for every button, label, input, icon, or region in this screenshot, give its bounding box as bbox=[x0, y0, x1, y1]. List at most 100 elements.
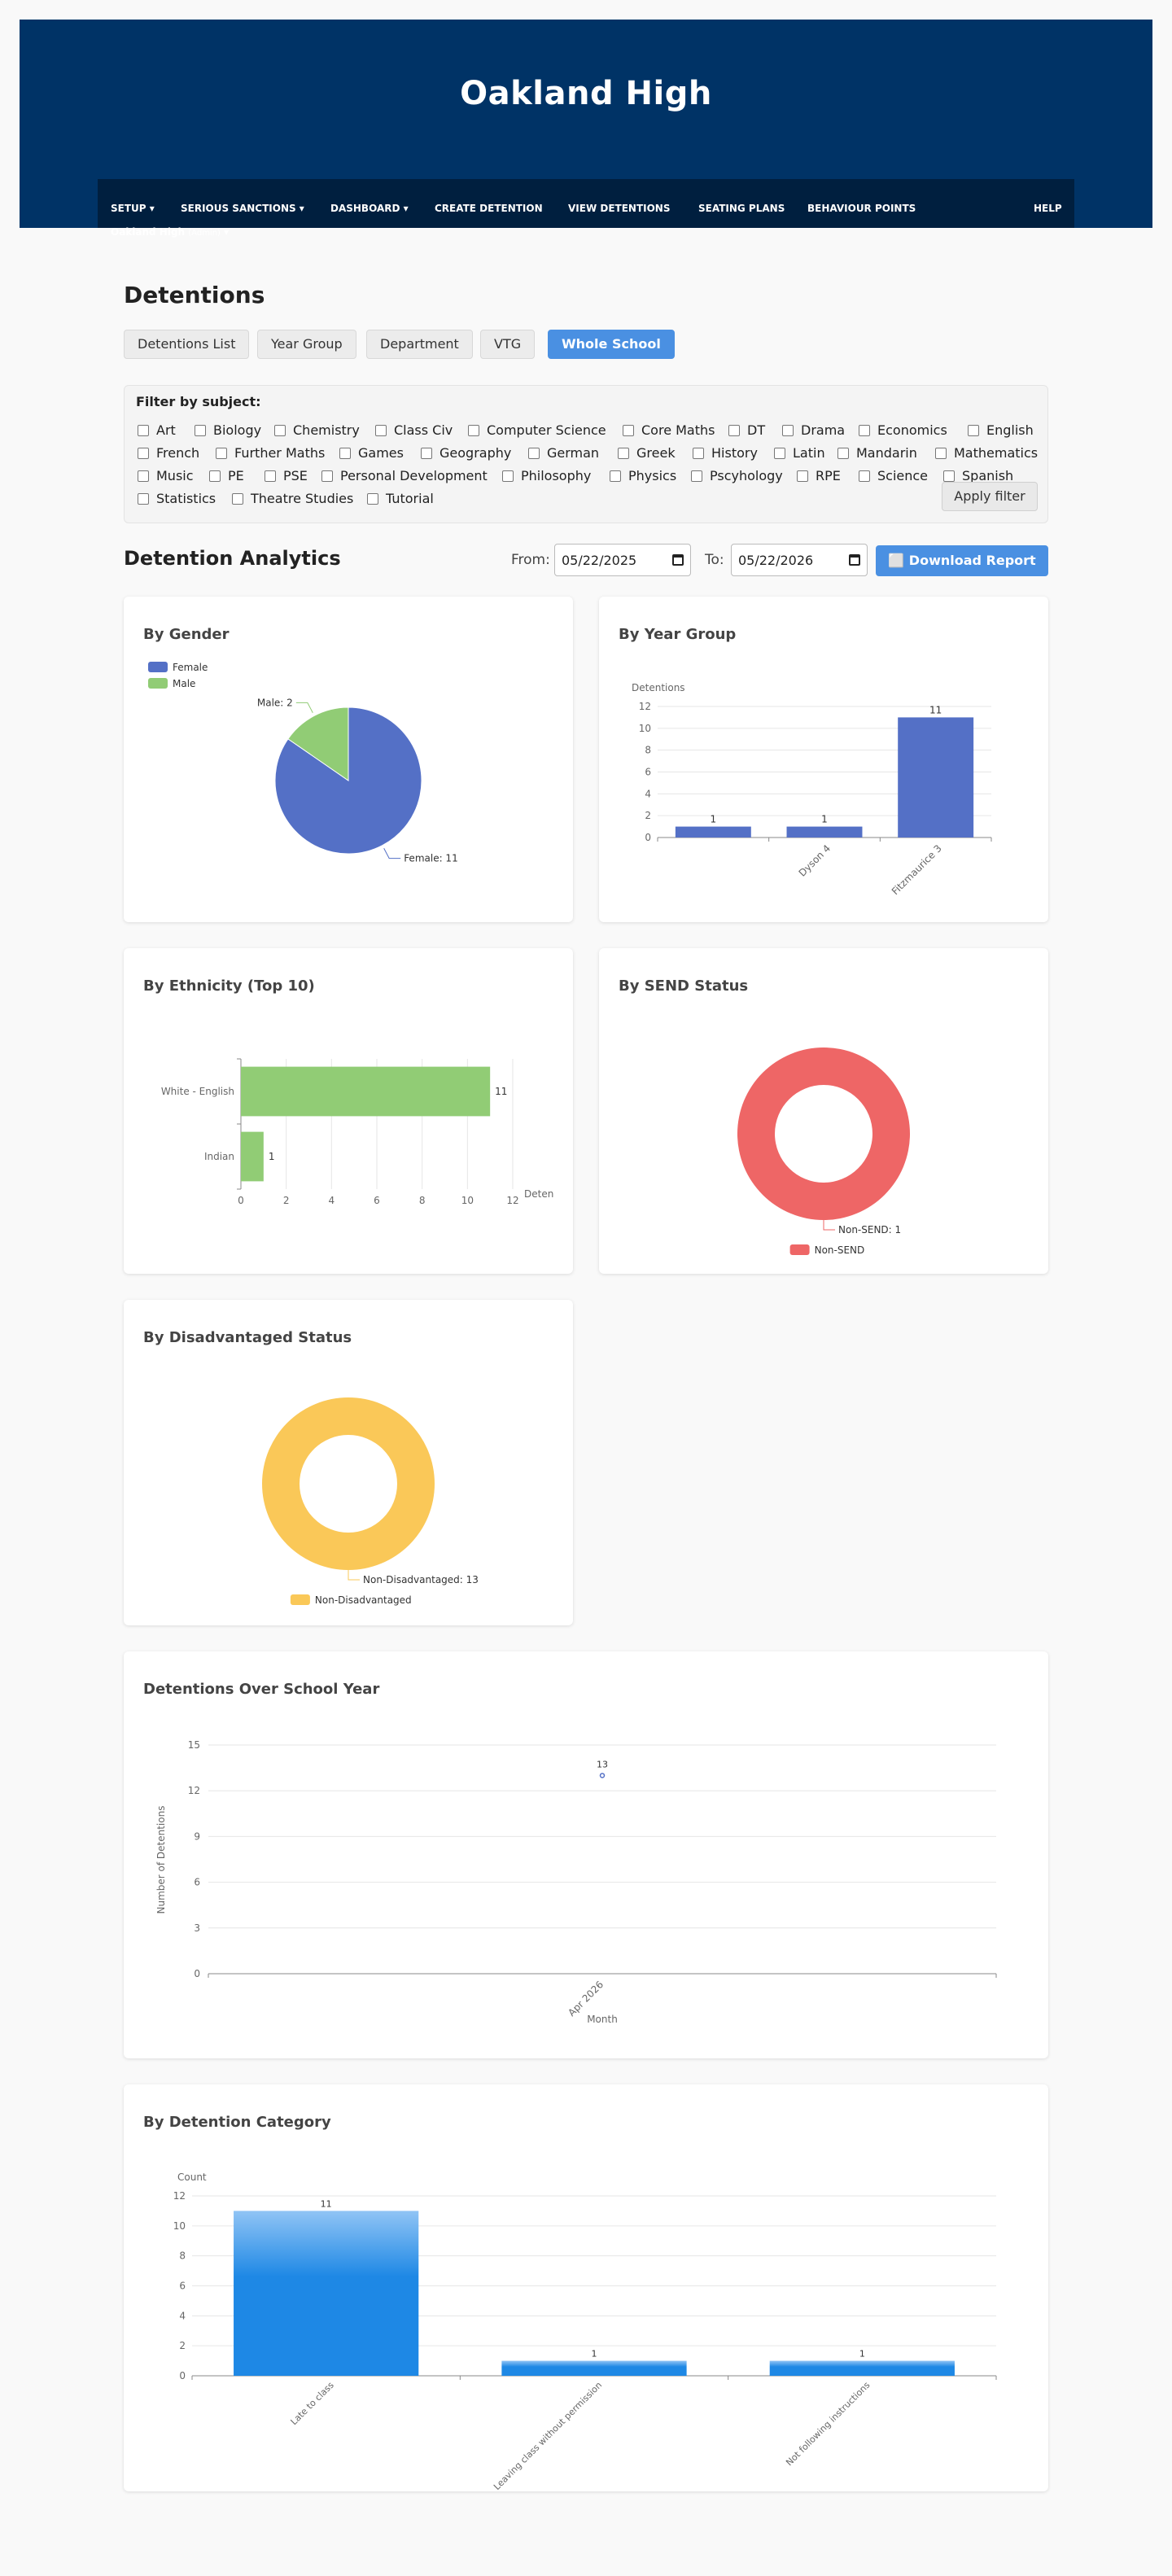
nav-behaviour-points[interactable]: BEHAVIOUR POINTS bbox=[807, 203, 916, 214]
checkbox[interactable] bbox=[265, 470, 276, 482]
checkbox[interactable] bbox=[138, 424, 149, 436]
subject-checkbox-personal-development[interactable]: Personal Development bbox=[321, 468, 488, 483]
checkbox[interactable] bbox=[502, 470, 514, 482]
checkbox[interactable] bbox=[618, 447, 629, 459]
checkbox[interactable] bbox=[468, 424, 479, 436]
subject-checkbox-chemistry[interactable]: Chemistry bbox=[274, 422, 360, 438]
subject-checkbox-history[interactable]: History bbox=[693, 445, 758, 461]
checkbox[interactable] bbox=[935, 447, 947, 459]
nav-serious-sanctions[interactable]: SERIOUS SANCTIONS ▾ bbox=[181, 203, 304, 214]
subject-checkbox-computer-science[interactable]: Computer Science bbox=[468, 422, 606, 438]
subject-checkbox-dt[interactable]: DT bbox=[728, 422, 765, 438]
checkbox[interactable] bbox=[859, 470, 870, 482]
checkbox[interactable] bbox=[195, 424, 206, 436]
gender-card: By Gender Female Male Female: 11 Male: 2 bbox=[124, 597, 573, 922]
nav-dashboard[interactable]: DASHBOARD ▾ bbox=[330, 203, 409, 214]
checkbox[interactable] bbox=[623, 424, 634, 436]
subject-label: French bbox=[156, 445, 200, 461]
checkbox[interactable] bbox=[782, 424, 794, 436]
to-label: To: bbox=[705, 552, 724, 568]
subject-label: Personal Development bbox=[340, 468, 488, 483]
y-tick-label: 6 bbox=[179, 2281, 186, 2292]
checkbox[interactable] bbox=[375, 424, 387, 436]
tab-department[interactable]: Department bbox=[366, 330, 473, 359]
gender-pie-chart: Female Male Female: 11 Male: 2 bbox=[148, 662, 458, 864]
from-date-input[interactable]: 05/22/2025 bbox=[554, 544, 691, 576]
subject-checkbox-tutorial[interactable]: Tutorial bbox=[367, 491, 434, 506]
bar-data-label: 11 bbox=[929, 704, 942, 715]
checkbox[interactable] bbox=[216, 447, 227, 459]
checkbox[interactable] bbox=[209, 470, 221, 482]
y-tick-label: 2 bbox=[179, 2340, 186, 2351]
user-menu[interactable]: Oakland High (Admin) ▾ bbox=[111, 226, 229, 238]
subject-checkbox-german[interactable]: German bbox=[528, 445, 599, 461]
calendar-icon[interactable] bbox=[849, 554, 860, 566]
nav-help[interactable]: HELP bbox=[1034, 203, 1062, 214]
subject-checkbox-biology[interactable]: Biology bbox=[195, 422, 261, 438]
subject-checkbox-pe[interactable]: PE bbox=[209, 468, 244, 483]
x-tick-label: 0 bbox=[238, 1195, 244, 1206]
subject-checkbox-core-maths[interactable]: Core Maths bbox=[623, 422, 715, 438]
checkbox[interactable] bbox=[968, 424, 979, 436]
checkbox[interactable] bbox=[943, 470, 955, 482]
tab-whole-school[interactable]: Whole School bbox=[548, 330, 675, 359]
nav-create-detention[interactable]: CREATE DETENTION bbox=[435, 203, 543, 214]
subject-checkbox-latin[interactable]: Latin bbox=[774, 445, 825, 461]
subject-label: Theatre Studies bbox=[251, 491, 354, 506]
checkbox[interactable] bbox=[367, 492, 378, 505]
subject-checkbox-french[interactable]: French bbox=[138, 445, 199, 461]
bar bbox=[675, 826, 751, 838]
checkbox[interactable] bbox=[138, 492, 149, 505]
nav-view-detentions[interactable]: VIEW DETENTIONS bbox=[568, 203, 670, 214]
apply-filter-button[interactable]: Apply filter bbox=[942, 482, 1038, 511]
subject-checkbox-economics[interactable]: Economics bbox=[859, 422, 947, 438]
checkbox[interactable] bbox=[728, 424, 740, 436]
subject-checkbox-drama[interactable]: Drama bbox=[782, 422, 845, 438]
subject-checkbox-art[interactable]: Art bbox=[138, 422, 176, 438]
checkbox[interactable] bbox=[837, 447, 849, 459]
subject-checkbox-physics[interactable]: Physics bbox=[610, 468, 676, 483]
subject-checkbox-science[interactable]: Science bbox=[859, 468, 928, 483]
subject-checkbox-geography[interactable]: Geography bbox=[421, 445, 511, 461]
tab-year-group[interactable]: Year Group bbox=[257, 330, 356, 359]
subject-checkbox-music[interactable]: Music bbox=[138, 468, 194, 483]
checkbox[interactable] bbox=[138, 470, 149, 482]
subject-label: Economics bbox=[877, 422, 947, 438]
checkbox[interactable] bbox=[797, 470, 808, 482]
tab-detentions-list[interactable]: Detentions List bbox=[124, 330, 250, 359]
subject-checkbox-statistics[interactable]: Statistics bbox=[138, 491, 216, 506]
subject-checkbox-further-maths[interactable]: Further Maths bbox=[216, 445, 325, 461]
subject-checkbox-theatre-studies[interactable]: Theatre Studies bbox=[232, 491, 353, 506]
tab-vtg[interactable]: VTG bbox=[480, 330, 536, 359]
download-report-button[interactable]: ⬜ Download Report bbox=[876, 545, 1048, 576]
bar-data-label: 1 bbox=[821, 814, 828, 825]
subject-checkbox-mathematics[interactable]: Mathematics bbox=[935, 445, 1038, 461]
checkbox[interactable] bbox=[528, 447, 540, 459]
page-title: Detentions bbox=[124, 282, 265, 308]
to-date-input[interactable]: 05/22/2026 bbox=[731, 544, 868, 576]
nav-setup[interactable]: SETUP ▾ bbox=[111, 203, 155, 214]
checkbox[interactable] bbox=[693, 447, 704, 459]
subject-checkbox-philosophy[interactable]: Philosophy bbox=[502, 468, 591, 483]
checkbox[interactable] bbox=[321, 470, 333, 482]
subject-checkbox-rpe[interactable]: RPE bbox=[797, 468, 841, 483]
checkbox[interactable] bbox=[859, 424, 870, 436]
checkbox[interactable] bbox=[610, 470, 621, 482]
subject-checkbox-mandarin[interactable]: Mandarin bbox=[837, 445, 917, 461]
subject-label: Drama bbox=[801, 422, 846, 438]
subject-checkbox-english[interactable]: English bbox=[968, 422, 1034, 438]
subject-checkbox-pscyhology[interactable]: Pscyhology bbox=[691, 468, 783, 483]
checkbox[interactable] bbox=[421, 447, 432, 459]
calendar-icon[interactable] bbox=[672, 554, 684, 566]
subject-checkbox-class-civ[interactable]: Class Civ bbox=[375, 422, 453, 438]
checkbox[interactable] bbox=[232, 492, 243, 505]
subject-checkbox-pse[interactable]: PSE bbox=[265, 468, 308, 483]
subject-checkbox-greek[interactable]: Greek bbox=[618, 445, 676, 461]
checkbox[interactable] bbox=[274, 424, 286, 436]
checkbox[interactable] bbox=[339, 447, 351, 459]
subject-checkbox-games[interactable]: Games bbox=[339, 445, 404, 461]
nav-seating-plans[interactable]: SEATING PLANS bbox=[698, 203, 785, 214]
checkbox[interactable] bbox=[138, 447, 149, 459]
checkbox[interactable] bbox=[774, 447, 785, 459]
checkbox[interactable] bbox=[691, 470, 702, 482]
